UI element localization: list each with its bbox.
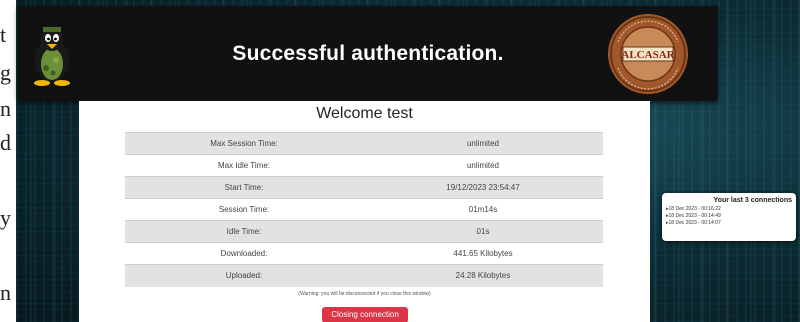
underlying-text: y	[0, 205, 11, 230]
session-panel: Welcome test Max Session Time: unlimited…	[79, 101, 650, 322]
tux-penguin-logo	[34, 27, 70, 86]
row-value: 441.65 Kilobytes	[363, 242, 603, 265]
row-value: 01s	[363, 220, 603, 243]
list-item: 18 Dec 2023 - 00:14:07	[666, 220, 792, 227]
table-row: Uploaded: 24.28 Kilobytes	[125, 264, 603, 287]
underlying-text: d	[0, 130, 11, 155]
row-value: 19/12/2023 23:54:47	[363, 176, 603, 199]
row-label: Session Time:	[125, 198, 363, 221]
table-row: Max Session Time: unlimited	[125, 132, 603, 155]
table-row: Session Time: 01m14s	[125, 198, 603, 221]
row-value: 24.28 Kilobytes	[363, 264, 603, 287]
disconnect-warning: (Warning: you will be disconnected if yo…	[298, 291, 431, 297]
table-row: Max Idle Time: unlimited	[125, 154, 603, 177]
table-row: Idle Time: 01s	[125, 220, 603, 243]
page-title: Successful authentication.	[232, 41, 504, 65]
underlying-text: g	[0, 60, 11, 85]
row-label: Downloaded:	[125, 242, 363, 265]
underlying-text: n	[0, 96, 11, 121]
row-value: unlimited	[363, 132, 603, 155]
row-label: Max Idle Time:	[125, 154, 363, 177]
list-item: 18 Dec 2023 - 00:14:49	[666, 213, 792, 220]
seal-text: ALCASAR	[621, 49, 675, 61]
row-label: Max Session Time:	[125, 132, 363, 155]
header-bar: Successful authentication. ALCASAR	[18, 6, 718, 101]
closing-connection-button[interactable]: Closing connection	[322, 307, 408, 322]
row-value: unlimited	[363, 154, 603, 177]
alcasar-seal-logo: ALCASAR	[608, 14, 688, 94]
session-info-table: Max Session Time: unlimited Max Idle Tim…	[125, 132, 603, 287]
table-row: Downloaded: 441.65 Kilobytes	[125, 242, 603, 265]
last-connections-title: Your last 3 connections	[713, 197, 792, 204]
row-label: Idle Time:	[125, 220, 363, 243]
underlying-text: n	[0, 280, 11, 305]
row-label: Uploaded:	[125, 264, 363, 287]
last-connections-box: Your last 3 connections 18 Dec 2023 - 00…	[662, 193, 796, 241]
row-label: Start Time:	[125, 176, 363, 199]
connections-list: 18 Dec 2023 - 00:16:22 18 Dec 2023 - 00:…	[666, 206, 792, 227]
table-row: Start Time: 19/12/2023 23:54:47	[125, 176, 603, 199]
underlying-page-edge: t g n d y n	[0, 0, 16, 322]
welcome-heading: Welcome test	[316, 105, 413, 122]
list-item: 18 Dec 2023 - 00:16:22	[666, 206, 792, 213]
underlying-text: t	[0, 22, 7, 47]
row-value: 01m14s	[363, 198, 603, 221]
